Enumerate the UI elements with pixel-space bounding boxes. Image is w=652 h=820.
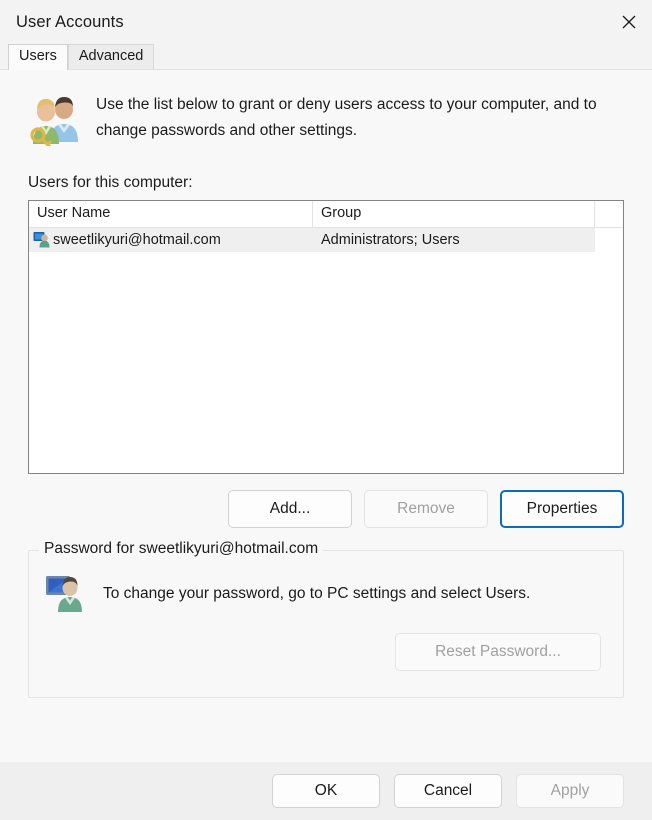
column-header-user-name[interactable]: User Name (29, 201, 313, 227)
intro-text: Use the list below to grant or deny user… (96, 96, 597, 139)
users-list[interactable]: User Name Group sweetlikyuri@hotmail.com (28, 200, 624, 474)
password-group-box: Password for sweetlikyuri@hotmail.com To… (28, 540, 624, 698)
tab-users-label: Users (19, 48, 57, 64)
password-group-content: To change your password, go to PC settin… (29, 551, 623, 615)
tab-users[interactable]: Users (8, 44, 68, 70)
password-group-legend: Password for sweetlikyuri@hotmail.com (39, 540, 324, 558)
cell-group: Administrators; Users (321, 232, 460, 248)
cell-user-name: sweetlikyuri@hotmail.com (29, 228, 313, 252)
user-monitor-icon (45, 573, 89, 615)
users-key-icon (28, 94, 86, 146)
list-header: User Name Group (29, 201, 623, 228)
remove-button: Remove (364, 490, 488, 528)
add-button[interactable]: Add... (228, 490, 352, 528)
password-button-row: Reset Password... (29, 633, 601, 671)
list-label: Users for this computer: (28, 174, 193, 191)
dialog-body: Use the list below to grant or deny user… (0, 69, 652, 762)
title-bar: User Accounts (0, 0, 652, 44)
password-instruction-text: To change your password, go to PC settin… (103, 585, 531, 602)
ok-button[interactable]: OK (272, 774, 380, 808)
user-accounts-dialog: User Accounts Users Advanced Use the lis… (0, 0, 652, 820)
table-row[interactable]: sweetlikyuri@hotmail.com Administrators;… (29, 228, 595, 252)
list-button-row: Add... Remove Properties (28, 490, 624, 528)
tab-advanced-label: Advanced (78, 48, 144, 64)
tab-strip: Users Advanced (0, 44, 652, 70)
user-account-icon (33, 231, 53, 249)
properties-button[interactable]: Properties (500, 490, 624, 528)
apply-button: Apply (516, 774, 624, 808)
window-title: User Accounts (16, 12, 124, 31)
dialog-footer: OK Cancel Apply (0, 762, 652, 820)
intro-section: Use the list below to grant or deny user… (28, 92, 624, 146)
column-header-group[interactable]: Group (313, 201, 595, 227)
tab-advanced[interactable]: Advanced (67, 44, 155, 69)
column-header-extra[interactable] (595, 201, 623, 227)
cancel-button[interactable]: Cancel (394, 774, 502, 808)
close-icon[interactable] (606, 0, 652, 44)
user-name-text: sweetlikyuri@hotmail.com (53, 232, 221, 248)
reset-password-button: Reset Password... (395, 633, 601, 671)
